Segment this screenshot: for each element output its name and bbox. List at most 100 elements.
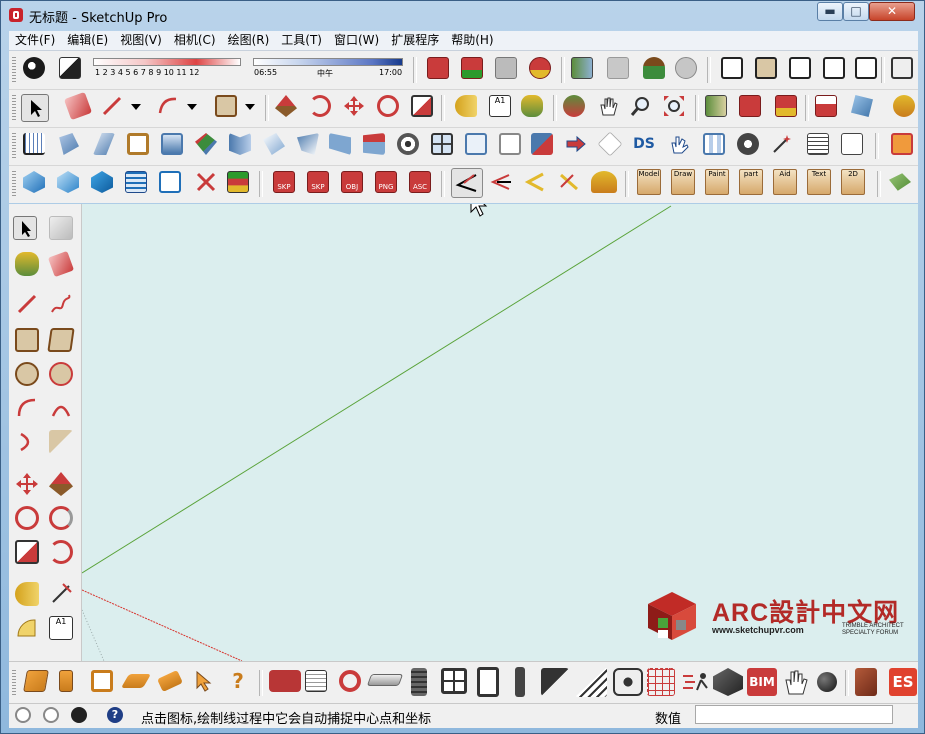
menu-help[interactable]: 帮助(H): [445, 31, 499, 50]
document-search-icon[interactable]: [841, 133, 863, 155]
orange-panel-icon[interactable]: [891, 133, 913, 155]
add-extension-icon[interactable]: [815, 95, 837, 117]
menu-edit[interactable]: 编辑(E): [61, 31, 114, 50]
warehouse-share-icon[interactable]: [775, 95, 797, 117]
aid-button[interactable]: Aid: [773, 169, 797, 195]
yellow-angle-tool-icon[interactable]: [523, 171, 545, 193]
menu-draw[interactable]: 绘图(R): [222, 31, 276, 50]
export-png-icon[interactable]: PNG: [375, 171, 397, 193]
draw-button[interactable]: Draw: [671, 169, 695, 195]
arc-tool-icon[interactable]: [157, 95, 179, 117]
wire-cube-icon[interactable]: [597, 131, 623, 157]
orange-column-icon[interactable]: [59, 670, 73, 692]
shadow-date-slider[interactable]: 1 2 3 4 5 6 7 8 9 10 11 12: [93, 58, 241, 78]
paint-button[interactable]: Paint: [705, 169, 729, 195]
toolbar-grip[interactable]: [12, 57, 16, 83]
circle-icon[interactable]: [15, 362, 39, 386]
column-icon[interactable]: [515, 667, 525, 697]
curve-surface-icon[interactable]: [363, 133, 385, 155]
user-account-icon[interactable]: [71, 707, 87, 723]
front-view-icon[interactable]: [789, 57, 811, 79]
plugin-logo-icon[interactable]: [591, 171, 617, 193]
orange-frame-icon[interactable]: [91, 670, 113, 692]
warehouse-get-models-icon[interactable]: [739, 95, 761, 117]
tag-colors-icon[interactable]: [227, 171, 249, 193]
fold-surface-icon[interactable]: [263, 133, 285, 155]
orange-cursor-icon[interactable]: [193, 670, 215, 692]
right-view-icon[interactable]: [823, 57, 845, 79]
text-icon[interactable]: A1: [49, 616, 73, 640]
shadow-time-slider[interactable]: 06:55 中午 17:00: [253, 58, 403, 78]
section-plane-icon[interactable]: [851, 95, 873, 117]
text-tool-icon[interactable]: A1: [489, 95, 511, 117]
solar-icon[interactable]: [893, 95, 915, 117]
paint-bucket-tool-icon[interactable]: [521, 95, 543, 117]
brick-wall-icon[interactable]: [411, 668, 427, 696]
sketchup-app-icon[interactable]: [9, 8, 23, 22]
export-skp-icon[interactable]: SKP: [273, 171, 295, 193]
tape-measure-tool-icon[interactable]: [455, 95, 477, 117]
toggle-terrain-icon[interactable]: [607, 57, 629, 79]
angle-line-tool-icon[interactable]: [451, 168, 483, 198]
credits-info-icon[interactable]: [43, 707, 59, 723]
arrow-line-tool-icon[interactable]: [489, 171, 511, 193]
grid-dotted-icon[interactable]: [647, 668, 675, 696]
magic-wand-icon[interactable]: [771, 133, 793, 155]
top-view-icon[interactable]: [755, 57, 777, 79]
three-point-arc-icon[interactable]: [15, 430, 39, 454]
orange-box-icon[interactable]: [23, 670, 49, 692]
menu-view[interactable]: 视图(V): [114, 31, 168, 50]
two-point-arc-icon[interactable]: [49, 396, 73, 420]
ds-plugin-icon[interactable]: DS: [633, 133, 655, 155]
menu-extensions[interactable]: 扩展程序: [385, 31, 445, 50]
push-pull-tool-icon[interactable]: [275, 95, 297, 117]
cube-colors-icon[interactable]: [195, 133, 217, 155]
eye-view-icon[interactable]: [397, 133, 419, 155]
follow-me-icon[interactable]: [49, 506, 73, 530]
scale-icon[interactable]: [15, 540, 39, 564]
rotate-icon[interactable]: [15, 506, 39, 530]
back-view-icon[interactable]: [855, 57, 877, 79]
follow-me-tool-icon[interactable]: [309, 95, 331, 117]
photo-textures-icon[interactable]: [643, 57, 665, 79]
dimension-icon[interactable]: [49, 582, 73, 606]
orange-roof-icon[interactable]: [157, 670, 183, 692]
export-obj-icon[interactable]: OBJ: [341, 171, 363, 193]
grid-tool-icon[interactable]: [23, 133, 45, 155]
toolbar-grip[interactable]: [12, 95, 16, 121]
xray-cube-icon[interactable]: [891, 57, 913, 79]
es-plugin-icon[interactable]: ES: [889, 668, 917, 696]
layer-list-icon[interactable]: [125, 171, 147, 193]
model-info-icon[interactable]: [23, 57, 45, 79]
push-pull-icon[interactable]: [49, 472, 73, 496]
camera-red-icon[interactable]: [269, 670, 301, 692]
move-tool-icon[interactable]: [343, 95, 365, 117]
zoom-tool-icon[interactable]: [629, 95, 651, 117]
arc-icon[interactable]: [15, 396, 39, 420]
help-icon[interactable]: ?: [107, 707, 123, 723]
share-model-icon[interactable]: [495, 57, 517, 79]
eraser-tool-icon[interactable]: [63, 91, 93, 121]
model-button[interactable]: Model: [637, 169, 661, 195]
close-button[interactable]: ✕: [869, 2, 915, 21]
orange-slab-icon[interactable]: [120, 674, 152, 688]
2d-button[interactable]: 2D: [841, 169, 865, 195]
pan-tool-icon[interactable]: [597, 95, 619, 117]
settings-gear-icon[interactable]: [737, 133, 759, 155]
paint-bucket-icon[interactable]: [15, 252, 39, 276]
toolbar-grip[interactable]: [12, 670, 16, 696]
line-dropdown-arrow-icon[interactable]: [129, 95, 143, 117]
hand-select-icon[interactable]: [669, 133, 691, 155]
menu-camera[interactable]: 相机(C): [168, 31, 222, 50]
measurements-input[interactable]: [695, 705, 893, 724]
make-component-icon[interactable]: [49, 216, 73, 240]
notes-document-icon[interactable]: [305, 670, 327, 692]
speed-runner-icon[interactable]: [681, 668, 711, 696]
project-surface-icon[interactable]: [297, 133, 319, 155]
panel-tool-icon[interactable]: [465, 133, 487, 155]
extension-warehouse-icon[interactable]: [529, 57, 551, 79]
zoom-extents-tool-icon[interactable]: [663, 95, 685, 117]
rotated-rectangle-icon[interactable]: [47, 328, 75, 352]
export-skp-alt-icon[interactable]: SKP: [307, 171, 329, 193]
line-icon[interactable]: [15, 292, 39, 316]
